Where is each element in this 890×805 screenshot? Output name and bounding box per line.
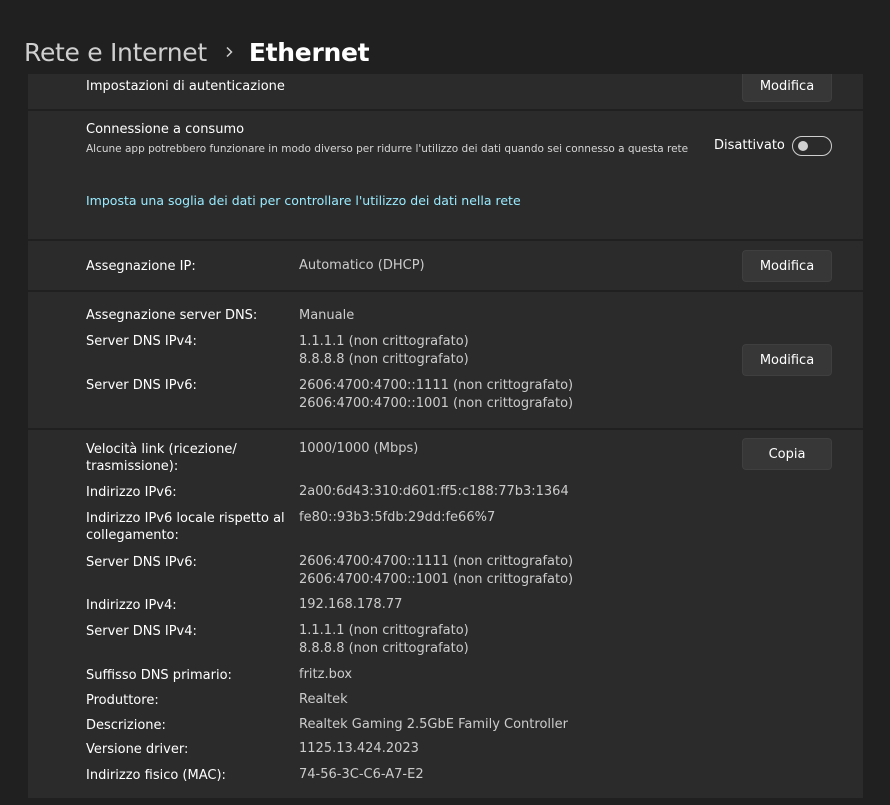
props-dns-ipv6-value-2: 2606:4700:4700::1001 (non crittografato) bbox=[299, 572, 574, 587]
ip-assignment-card: Assegnazione IP: Automatico (DHCP) Modif… bbox=[28, 241, 863, 290]
metered-connection-toggle[interactable] bbox=[792, 136, 832, 156]
dns-suffix-label: Suffisso DNS primario: bbox=[86, 668, 232, 683]
dns-ipv4-value-2: 8.8.8.8 (non crittografato) bbox=[299, 352, 469, 367]
props-dns-ipv6-label: Server DNS IPv6: bbox=[86, 555, 197, 570]
metered-connection-description: Alcune app potrebbero funzionare in modo… bbox=[86, 143, 689, 155]
driver-version-value: 1125.13.424.2023 bbox=[299, 741, 419, 756]
mac-address-label: Indirizzo fisico (MAC): bbox=[86, 768, 226, 783]
dns-assignment-label: Assegnazione server DNS: bbox=[86, 308, 258, 323]
copy-button[interactable]: Copia bbox=[742, 438, 832, 470]
dns-suffix-value: fritz.box bbox=[299, 667, 353, 682]
mac-address-value: 74-56-3C-C6-A7-E2 bbox=[299, 767, 424, 782]
description-label: Descrizione: bbox=[86, 718, 166, 733]
link-local-ipv6-label: Indirizzo IPv6 locale rispetto al colleg… bbox=[86, 511, 285, 543]
data-limit-link[interactable]: Imposta una soglia dei dati per controll… bbox=[86, 193, 521, 208]
dns-ipv4-value-1: 1.1.1.1 (non crittografato) bbox=[299, 334, 469, 349]
props-dns-ipv4-value-1: 1.1.1.1 (non crittografato) bbox=[299, 623, 469, 638]
props-dns-ipv4-value-2: 8.8.8.8 (non crittografato) bbox=[299, 641, 469, 656]
ip-edit-button[interactable]: Modifica bbox=[742, 250, 832, 282]
auth-settings-label: Impostazioni di autenticazione bbox=[86, 79, 285, 94]
dns-assignment-value: Manuale bbox=[299, 308, 355, 323]
link-speed-value: 1000/1000 (Mbps) bbox=[299, 441, 419, 456]
auth-edit-button[interactable]: Modifica bbox=[742, 74, 832, 102]
dns-ipv6-value-2: 2606:4700:4700::1001 (non crittografato) bbox=[299, 396, 574, 411]
page-title: Ethernet bbox=[248, 37, 370, 67]
toggle-knob bbox=[798, 141, 808, 151]
description-value: Realtek Gaming 2.5GbE Family Controller bbox=[299, 717, 568, 732]
link-local-ipv6-value: fe80::93b3:5fdb:29dd:fe66%7 bbox=[299, 510, 496, 525]
ipv6-address-label: Indirizzo IPv6: bbox=[86, 485, 177, 500]
props-dns-ipv4-label: Server DNS IPv4: bbox=[86, 624, 197, 639]
breadcrumb: Rete e Internet Ethernet bbox=[24, 34, 370, 70]
chevron-right-icon bbox=[223, 46, 235, 58]
manufacturer-label: Produttore: bbox=[86, 693, 159, 708]
breadcrumb-parent-link[interactable]: Rete e Internet bbox=[24, 38, 207, 67]
dns-assignment-card: Assegnazione server DNS: Manuale Server … bbox=[28, 292, 863, 428]
driver-version-label: Versione driver: bbox=[86, 742, 189, 757]
settings-page: Rete e Internet Ethernet Impostazioni di… bbox=[0, 0, 890, 805]
dns-edit-button[interactable]: Modifica bbox=[742, 344, 832, 376]
metered-connection-card: Connessione a consumo Alcune app potrebb… bbox=[28, 111, 863, 239]
ipv4-address-value: 192.168.178.77 bbox=[299, 597, 403, 612]
metered-toggle-state: Disattivato bbox=[714, 138, 785, 153]
properties-card: Copia Velocità link (ricezione/ trasmiss… bbox=[28, 430, 863, 798]
auth-settings-card: Impostazioni di autenticazione Modifica bbox=[28, 74, 863, 109]
ipv6-address-value: 2a00:6d43:310:d601:ff5:c188:77b3:1364 bbox=[299, 484, 569, 499]
ipv4-address-label: Indirizzo IPv4: bbox=[86, 598, 177, 613]
link-speed-label: Velocità link (ricezione/ trasmissione): bbox=[86, 442, 237, 474]
metered-connection-title: Connessione a consumo bbox=[86, 122, 245, 137]
dns-ipv6-label: Server DNS IPv6: bbox=[86, 378, 197, 393]
dns-ipv6-value-1: 2606:4700:4700::1111 (non crittografato) bbox=[299, 378, 574, 393]
manufacturer-value: Realtek bbox=[299, 692, 348, 707]
ip-assignment-label: Assegnazione IP: bbox=[86, 259, 196, 274]
props-dns-ipv6-value-1: 2606:4700:4700::1111 (non crittografato) bbox=[299, 554, 574, 569]
dns-ipv4-label: Server DNS IPv4: bbox=[86, 334, 197, 349]
ip-assignment-value: Automatico (DHCP) bbox=[299, 258, 425, 273]
